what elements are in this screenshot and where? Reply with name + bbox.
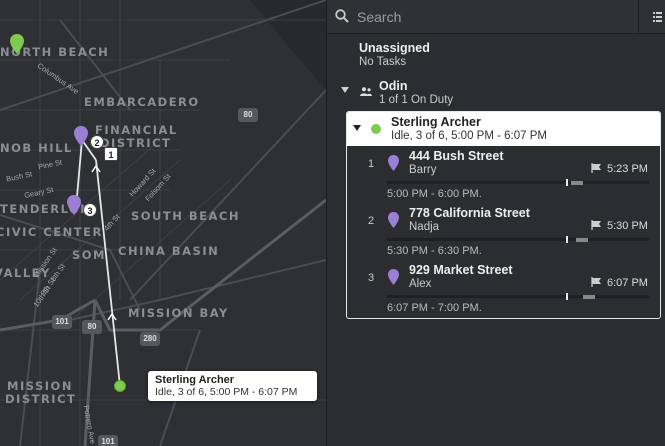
timeline-segment bbox=[571, 181, 583, 185]
task-recipient: Barry bbox=[409, 164, 437, 176]
neighborhood-label: SOUTH BEACH bbox=[131, 209, 240, 223]
unassigned-section[interactable]: Unassigned No Tasks bbox=[359, 41, 430, 69]
task-pin-icon bbox=[388, 269, 399, 285]
neighborhood-label: EMBARCADERO bbox=[84, 95, 200, 109]
highway-shield: 80 bbox=[82, 320, 102, 334]
search-input[interactable] bbox=[357, 6, 627, 28]
tooltip-agent-name: Sterling Archer bbox=[155, 374, 235, 386]
agent-header[interactable]: Sterling Archer Idle, 3 of 6, 5:00 PM - … bbox=[347, 112, 660, 146]
highway-shield: 101 bbox=[98, 435, 118, 446]
neighborhood-label: SOM bbox=[72, 248, 107, 262]
timeline-segment bbox=[576, 238, 588, 242]
agent-location-marker[interactable] bbox=[114, 380, 126, 392]
unassigned-subtitle: No Tasks bbox=[359, 56, 407, 68]
list-icon bbox=[653, 12, 662, 22]
task-timeline-track bbox=[387, 238, 649, 241]
agent-status: Idle, 3 of 6, 5:00 PM - 6:07 PM bbox=[391, 130, 547, 142]
task-address: 778 California Street bbox=[409, 206, 530, 220]
task-address: 929 Market Street bbox=[409, 263, 513, 277]
map-pin-icon[interactable] bbox=[67, 195, 81, 215]
map-pin-icon[interactable] bbox=[10, 34, 24, 54]
highway-shield: 101 bbox=[52, 315, 72, 329]
team-name: Odin bbox=[379, 79, 408, 93]
agent-name: Sterling Archer bbox=[391, 115, 481, 129]
task-eta: 6:07 PM bbox=[607, 277, 648, 289]
highway-shield: 280 bbox=[140, 332, 160, 346]
search-icon bbox=[335, 9, 349, 23]
neighborhood-label: FINANCIAL bbox=[95, 123, 178, 137]
list-view-button[interactable] bbox=[638, 0, 665, 34]
collapse-caret-icon[interactable] bbox=[353, 125, 361, 131]
agent-tooltip: Sterling Archer Idle, 3 of 6, 5:00 PM - … bbox=[148, 371, 317, 401]
dispatch-panel: Unassigned No Tasks Odin 1 of 1 On Duty … bbox=[326, 0, 665, 446]
task-number: 2 bbox=[368, 215, 375, 227]
tooltip-agent-status: Idle, 3 of 6, 5:00 PM - 6:07 PM bbox=[155, 386, 298, 398]
task-timeline-track bbox=[387, 295, 649, 298]
task-recipient: Nadja bbox=[409, 221, 440, 233]
search-bar bbox=[327, 0, 665, 34]
task-pin-icon bbox=[388, 155, 399, 171]
task-time-window: 6:07 PM - 7:00 PM. bbox=[387, 302, 482, 314]
task-row[interactable]: 2 778 California Street Nadja 5:30 PM 5:… bbox=[347, 203, 660, 260]
highway-shield: 80 bbox=[238, 108, 258, 122]
neighborhood-label: NOB HILL bbox=[0, 141, 73, 155]
neighborhood-label: MISSION BAY bbox=[128, 306, 229, 320]
task-pin-icon bbox=[388, 212, 399, 228]
timeline-marker bbox=[566, 236, 568, 243]
team-icon bbox=[360, 87, 372, 96]
stop-number-badge[interactable]: 1 bbox=[104, 147, 118, 161]
neighborhood-label: CIVIC CENTER bbox=[0, 225, 103, 239]
task-recipient: Alex bbox=[409, 278, 432, 290]
task-time-window: 5:00 PM - 6:00 PM. bbox=[387, 188, 482, 200]
timeline-marker bbox=[566, 179, 568, 186]
task-eta: 5:30 PM bbox=[607, 220, 648, 232]
task-number: 3 bbox=[368, 272, 375, 284]
task-time-window: 5:30 PM - 6:30 PM. bbox=[387, 245, 482, 257]
task-address: 444 Bush Street bbox=[409, 149, 504, 163]
task-row[interactable]: 1 444 Bush Street Barry 5:23 PM 5:00 PM … bbox=[347, 146, 660, 203]
timeline-marker bbox=[566, 293, 568, 300]
task-timeline-track bbox=[387, 181, 649, 184]
task-row[interactable]: 3 929 Market Street Alex 6:07 PM 6:07 PM… bbox=[347, 260, 660, 317]
flag-icon bbox=[591, 163, 601, 173]
collapse-caret-icon[interactable] bbox=[341, 87, 349, 93]
task-eta: 5:23 PM bbox=[607, 163, 648, 175]
agent-status-dot bbox=[371, 124, 381, 134]
map-pin-icon[interactable] bbox=[74, 126, 88, 146]
stop-number-badge[interactable]: 3 bbox=[83, 203, 97, 217]
neighborhood-label: CHINA BASIN bbox=[118, 244, 220, 258]
neighborhood-label: MISSION bbox=[7, 379, 73, 393]
flag-icon bbox=[591, 220, 601, 230]
neighborhood-label: DISTRICT bbox=[5, 392, 77, 406]
stop-number-badge[interactable]: 2 bbox=[90, 135, 104, 149]
task-number: 1 bbox=[368, 158, 375, 170]
flag-icon bbox=[591, 277, 601, 287]
team-status: 1 of 1 On Duty bbox=[379, 94, 454, 106]
map[interactable]: NORTH BEACH EMBARCADERO FINANCIAL DISTRI… bbox=[0, 0, 326, 446]
agent-card[interactable]: Sterling Archer Idle, 3 of 6, 5:00 PM - … bbox=[346, 111, 661, 319]
timeline-segment bbox=[583, 295, 595, 299]
unassigned-title: Unassigned bbox=[359, 41, 430, 55]
